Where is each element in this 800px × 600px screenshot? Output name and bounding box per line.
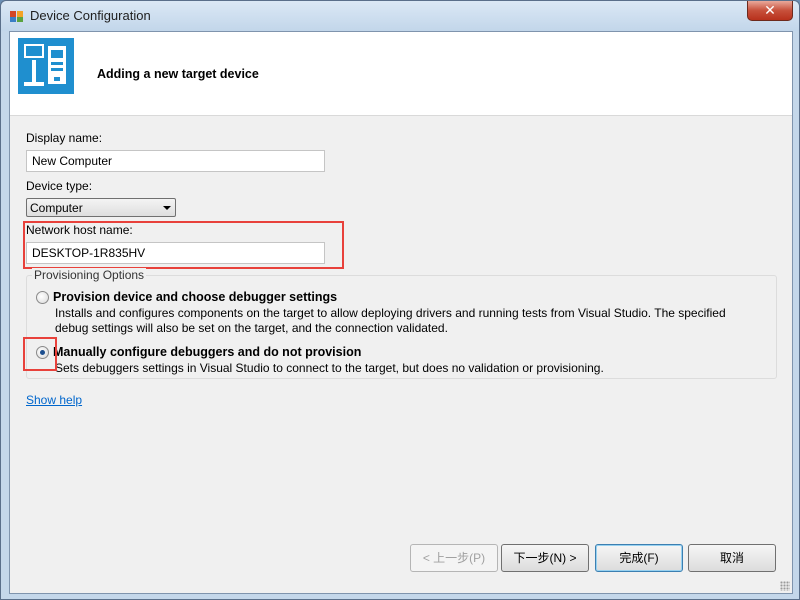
- cancel-button[interactable]: 取消: [688, 544, 776, 572]
- wizard-header: Adding a new target device: [10, 32, 792, 116]
- display-name-label: Display name:: [26, 131, 103, 145]
- window-title: Device Configuration: [30, 8, 151, 23]
- next-button[interactable]: 下一步(N) >: [501, 544, 589, 572]
- page-title: Adding a new target device: [97, 67, 259, 81]
- close-button[interactable]: ✕: [747, 1, 793, 21]
- back-button[interactable]: < 上一步(P): [410, 544, 498, 572]
- chevron-down-icon: [163, 206, 171, 210]
- provision-radio[interactable]: [36, 291, 49, 304]
- app-icon: [10, 9, 24, 23]
- finish-button[interactable]: 完成(F): [595, 544, 683, 572]
- highlight-box-radio: [23, 337, 57, 371]
- device-type-value: Computer: [30, 201, 83, 215]
- provisioning-options-legend: Provisioning Options: [32, 268, 147, 282]
- highlight-box-host: [23, 221, 344, 269]
- close-icon: ✕: [764, 2, 776, 18]
- device-config-icon: [18, 38, 74, 94]
- provision-option-title[interactable]: Provision device and choose debugger set…: [53, 290, 337, 304]
- device-configuration-window: Device Configuration ✕ Adding a new targ…: [0, 0, 800, 600]
- title-bar[interactable]: Device Configuration ✕: [1, 1, 799, 31]
- show-help-link[interactable]: Show help: [26, 393, 82, 407]
- display-name-field[interactable]: New Computer: [26, 150, 325, 172]
- manual-option-title[interactable]: Manually configure debuggers and do not …: [53, 345, 361, 359]
- resize-grip-icon[interactable]: [780, 581, 790, 591]
- device-type-label: Device type:: [26, 179, 93, 193]
- provision-option-description: Installs and configures components on th…: [55, 306, 726, 335]
- manual-option-description: Sets debuggers settings in Visual Studio…: [55, 361, 604, 375]
- device-type-dropdown[interactable]: Computer: [26, 198, 176, 217]
- dialog-client-area: Adding a new target device Display name:…: [9, 31, 793, 594]
